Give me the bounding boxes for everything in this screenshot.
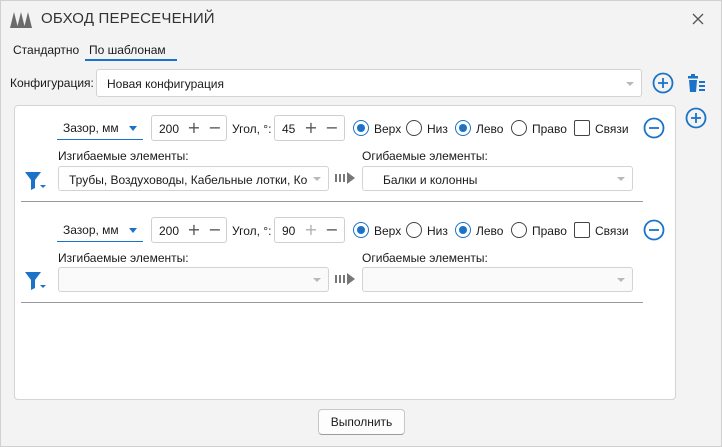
minus-icon[interactable]: − bbox=[324, 222, 340, 238]
bent-elements-label: Изгибаемые элементы: bbox=[58, 251, 189, 265]
radio-bottom-label: Низ bbox=[427, 224, 448, 238]
angle-label: Угол, °: bbox=[232, 122, 272, 136]
rule-row: Зазор, мм 200 + − Угол, °: 45 + − Верх Н… bbox=[21, 114, 665, 204]
chevron-down-icon bbox=[617, 177, 625, 181]
bent-elements-label: Изгибаемые элементы: bbox=[58, 149, 189, 163]
radio-right-label: Право bbox=[532, 224, 567, 238]
rule-divider bbox=[21, 201, 643, 202]
rules-panel: Зазор, мм 200 + − Угол, °: 45 + − Верх Н… bbox=[14, 105, 676, 400]
bypass-elements-select[interactable] bbox=[362, 267, 633, 292]
minus-icon[interactable]: − bbox=[324, 120, 340, 136]
config-label: Конфигурация: bbox=[10, 76, 94, 90]
chevron-down-icon bbox=[313, 278, 321, 282]
gap-value: 200 bbox=[159, 224, 180, 238]
bent-elements-value: Трубы, Воздуховоды, Кабельные лотки, Ко bbox=[69, 173, 308, 187]
radio-left[interactable] bbox=[455, 222, 471, 238]
plus-icon[interactable]: + bbox=[186, 120, 202, 136]
radio-right-label: Право bbox=[532, 122, 567, 136]
radio-right[interactable] bbox=[511, 222, 527, 238]
links-checkbox[interactable] bbox=[574, 120, 590, 136]
bypass-elements-value: Балки и колонны bbox=[383, 173, 478, 187]
chevron-down-icon bbox=[129, 228, 137, 233]
tab-standard[interactable]: Стандартно bbox=[9, 41, 85, 61]
minus-icon[interactable]: − bbox=[207, 120, 223, 136]
arrow-right-icon bbox=[335, 172, 355, 184]
radio-left[interactable] bbox=[455, 120, 471, 136]
radio-top-label: Верх bbox=[374, 224, 402, 238]
radio-top[interactable] bbox=[353, 222, 369, 238]
plus-icon[interactable]: + bbox=[186, 222, 202, 238]
chevron-down-icon bbox=[626, 82, 634, 86]
chevron-down-icon bbox=[129, 126, 137, 131]
radio-right[interactable] bbox=[511, 120, 527, 136]
app-logo-icon bbox=[10, 12, 32, 28]
bent-elements-select[interactable]: Трубы, Воздуховоды, Кабельные лотки, Ко bbox=[58, 166, 329, 191]
tab-templates[interactable]: По шаблонам bbox=[85, 41, 177, 61]
angle-value-field[interactable]: 90 + − bbox=[274, 217, 345, 243]
radio-top[interactable] bbox=[353, 120, 369, 136]
bypass-elements-select[interactable]: Балки и колонны bbox=[362, 166, 633, 191]
filter-icon[interactable] bbox=[24, 170, 48, 192]
gap-select-label: Зазор, мм bbox=[63, 121, 119, 135]
chevron-down-icon bbox=[617, 278, 625, 282]
rule-divider bbox=[21, 302, 643, 303]
window-title: ОБХОД ПЕРЕСЕЧЕНИЙ bbox=[41, 10, 215, 27]
chevron-down-icon bbox=[313, 177, 321, 181]
rule-row: Зазор, мм 200 + − Угол, °: 90 + − Верх Н… bbox=[21, 216, 665, 306]
gap-select[interactable]: Зазор, мм bbox=[57, 218, 143, 242]
arrow-right-icon bbox=[335, 273, 355, 285]
config-select-value: Новая конфигурация bbox=[107, 77, 225, 91]
minus-circle-icon[interactable] bbox=[643, 117, 665, 139]
gap-select-label: Зазор, мм bbox=[63, 223, 119, 237]
filter-icon[interactable] bbox=[24, 270, 48, 292]
run-button[interactable]: Выполнить bbox=[318, 409, 405, 435]
minus-circle-icon[interactable] bbox=[643, 219, 665, 241]
trash-icon[interactable] bbox=[685, 72, 707, 94]
bypass-elements-label: Огибаемые элементы: bbox=[362, 251, 488, 265]
gap-value-field[interactable]: 200 + − bbox=[151, 217, 227, 243]
angle-value-field[interactable]: 45 + − bbox=[274, 115, 345, 141]
bypass-elements-label: Огибаемые элементы: bbox=[362, 149, 488, 163]
title-bar: ОБХОД ПЕРЕСЕЧЕНИЙ bbox=[1, 1, 721, 37]
angle-value: 90 bbox=[282, 224, 296, 238]
plus-icon[interactable]: + bbox=[303, 120, 319, 136]
radio-bottom-label: Низ bbox=[427, 122, 448, 136]
gap-value-field[interactable]: 200 + − bbox=[151, 115, 227, 141]
intersection-bypass-window: ОБХОД ПЕРЕСЕЧЕНИЙ Стандартно По шаблонам… bbox=[0, 0, 722, 447]
config-select[interactable]: Новая конфигурация bbox=[96, 69, 642, 97]
add-rule-icon[interactable] bbox=[685, 107, 707, 129]
radio-left-label: Лево bbox=[476, 122, 504, 136]
gap-value: 200 bbox=[159, 122, 180, 136]
links-checkbox[interactable] bbox=[574, 222, 590, 238]
add-config-icon[interactable] bbox=[652, 72, 674, 94]
angle-value: 45 bbox=[282, 122, 296, 136]
links-label: Связи bbox=[595, 122, 629, 136]
radio-bottom[interactable] bbox=[406, 222, 422, 238]
close-icon[interactable] bbox=[685, 7, 711, 31]
minus-icon[interactable]: − bbox=[207, 222, 223, 238]
radio-left-label: Лево bbox=[476, 224, 504, 238]
bent-elements-select[interactable] bbox=[58, 267, 329, 292]
radio-bottom[interactable] bbox=[406, 120, 422, 136]
angle-label: Угол, °: bbox=[232, 224, 272, 238]
plus-icon[interactable]: + bbox=[303, 222, 319, 238]
gap-select[interactable]: Зазор, мм bbox=[57, 116, 143, 140]
radio-top-label: Верх bbox=[374, 122, 402, 136]
links-label: Связи bbox=[595, 224, 629, 238]
